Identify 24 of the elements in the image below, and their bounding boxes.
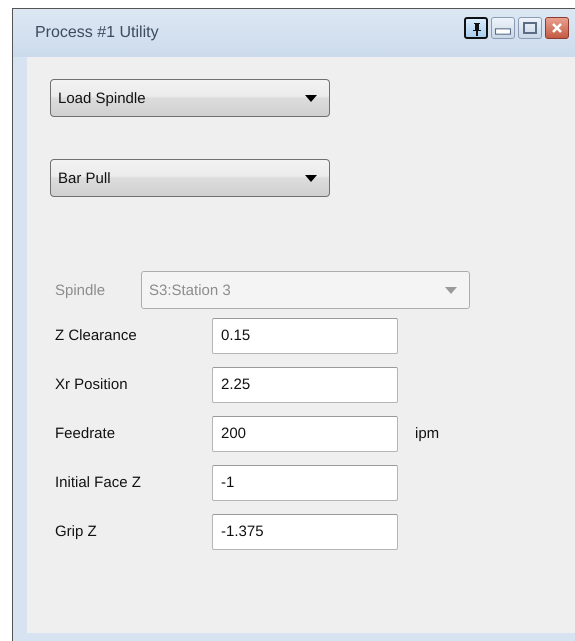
window-title: Process #1 Utility [35, 24, 160, 42]
input-field[interactable]: 200 [212, 416, 398, 452]
input-field[interactable]: -1.375 [212, 514, 398, 550]
field-label: Grip Z [55, 523, 98, 540]
field-label: Initial Face Z [55, 474, 142, 491]
dropdown[interactable]: Load Spindle [50, 79, 330, 117]
minimize-button[interactable] [491, 17, 515, 39]
minimize-icon [495, 28, 511, 35]
input-field[interactable]: 2.25 [212, 366, 398, 402]
restore-button[interactable] [518, 17, 542, 39]
field-label: Z Clearance [55, 327, 138, 344]
pin-button[interactable] [464, 17, 488, 39]
input-field[interactable]: 0.15 [212, 318, 398, 354]
field-label: Feedrate [55, 425, 116, 442]
field-label: Xr Position [55, 376, 129, 393]
spindle-label: Spindle [55, 282, 106, 298]
restore-icon [522, 20, 538, 36]
caret-icon [305, 174, 317, 182]
caret-icon [445, 286, 457, 294]
unit-label: ipm [415, 425, 440, 442]
dropdown[interactable]: Bar Pull [50, 159, 330, 197]
caret-icon [305, 94, 317, 102]
close-button[interactable] [545, 17, 569, 39]
input-field[interactable]: -1 [212, 464, 398, 500]
